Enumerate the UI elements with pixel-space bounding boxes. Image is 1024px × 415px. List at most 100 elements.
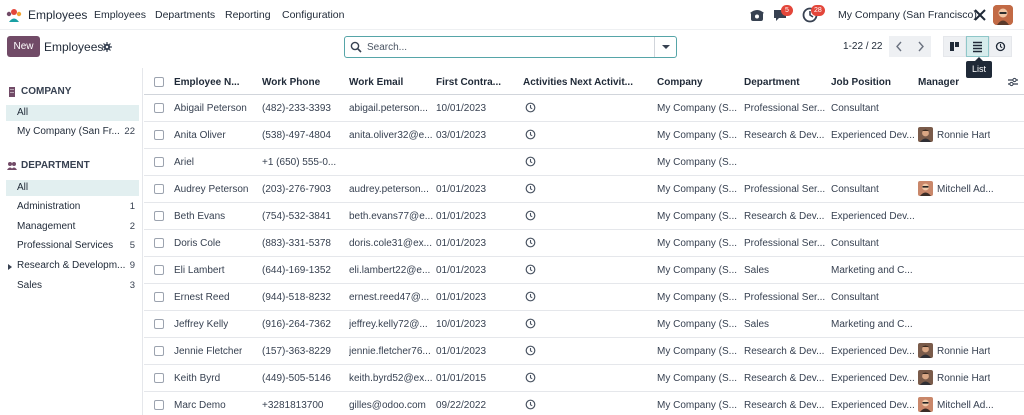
company-switcher[interactable]: My Company (San Francisco) (838, 9, 977, 21)
table-row[interactable]: Ernest Reed (944)-518-8232 ernest.reed47@.… (144, 284, 1024, 311)
row-checkbox[interactable] (154, 346, 164, 356)
activity-view-button[interactable] (989, 36, 1012, 57)
row-checkbox[interactable] (154, 373, 164, 383)
row-checkbox[interactable] (154, 103, 164, 113)
column-work-phone[interactable]: Work Phone (262, 77, 320, 88)
company-cell: My Company (S... (657, 346, 738, 357)
job-position-cell: Experienced Dev... (831, 373, 915, 384)
manager-avatar[interactable] (918, 397, 933, 412)
row-checkbox[interactable] (154, 130, 164, 140)
row-checkbox[interactable] (154, 211, 164, 221)
app-name[interactable]: Employees (28, 8, 87, 22)
table-row[interactable]: Audrey Peterson (203)-276-7903 audrey.pete… (144, 176, 1024, 203)
activity-clock-icon[interactable] (525, 345, 536, 356)
employee-name-cell: Jennie Fletcher (174, 346, 243, 357)
search-options-toggle[interactable] (654, 37, 676, 57)
list-view-button[interactable] (966, 36, 989, 57)
filter-count: 5 (129, 240, 135, 251)
table-row[interactable]: Anita Oliver (538)-497-4804 anita.oliver32… (144, 122, 1024, 149)
first-contract-cell: 01/01/2023 (436, 211, 487, 222)
caret-down-icon (662, 45, 670, 49)
employee-name-cell: Jeffrey Kelly (174, 319, 229, 330)
activity-clock-icon[interactable] (525, 264, 536, 275)
department-filter-management[interactable]: Management 2 (6, 219, 139, 235)
employee-name-cell: Audrey Peterson (174, 184, 249, 195)
company-filter-all[interactable]: All (6, 105, 139, 121)
row-checkbox[interactable] (154, 184, 164, 194)
search-input[interactable] (367, 40, 647, 55)
activity-clock-icon[interactable] (525, 318, 536, 329)
optional-columns-icon[interactable] (1007, 76, 1019, 88)
row-checkbox[interactable] (154, 292, 164, 302)
phone-icon[interactable] (749, 7, 765, 23)
row-checkbox[interactable] (154, 157, 164, 167)
activity-clock-icon[interactable] (525, 291, 536, 302)
activity-clock-icon[interactable] (525, 372, 536, 383)
table-row[interactable]: Eli Lambert (644)-169-1352 eli.lambert22@e… (144, 257, 1024, 284)
table-row[interactable]: Ariel +1 (650) 555-0... My Company (S... (144, 149, 1024, 176)
user-avatar[interactable] (993, 5, 1013, 25)
table-row[interactable]: Marc Demo +3281813700 gilles@odoo.com 09/22… (144, 392, 1024, 415)
manager-name: Ronnie Hart (937, 346, 991, 357)
department-filter-professional-services[interactable]: Professional Services 5 (6, 238, 139, 254)
department-filter-all[interactable]: All (6, 180, 139, 196)
kanban-view-button[interactable] (943, 36, 966, 57)
column-manager[interactable]: Manager (918, 77, 959, 88)
department-filter-research-development[interactable]: Research & Developm... 9 (6, 258, 139, 274)
manager-avatar[interactable] (918, 127, 933, 142)
row-checkbox[interactable] (154, 319, 164, 329)
activity-clock-icon[interactable] (525, 129, 536, 140)
menu-configuration[interactable]: Configuration (282, 9, 344, 21)
activity-clock-icon[interactable] (525, 237, 536, 248)
table-row[interactable]: Jennie Fletcher (157)-363-8229 jennie.flet… (144, 338, 1024, 365)
clock-icon (995, 41, 1006, 52)
activity-clock-icon[interactable] (525, 102, 536, 113)
table-row[interactable]: Abigail Peterson (482)-233-3393 abigail.pe… (144, 95, 1024, 122)
new-button[interactable]: New (7, 36, 40, 57)
menu-departments[interactable]: Departments (155, 9, 215, 21)
manager-avatar[interactable] (918, 181, 933, 196)
column-employee-name[interactable]: Employee N... (174, 77, 240, 88)
caret-right-icon[interactable] (8, 264, 12, 270)
table-row[interactable]: Keith Byrd (449)-505-5146 keith.byrd52@ex.… (144, 365, 1024, 392)
column-company[interactable]: Company (657, 77, 703, 88)
work-email-cell: ernest.reed47@... (349, 292, 430, 303)
column-department[interactable]: Department (744, 77, 800, 88)
employees-app-icon[interactable] (6, 8, 22, 22)
company-filter-my-company[interactable]: My Company (San Fr... 22 (6, 124, 139, 140)
building-icon (9, 86, 15, 97)
filter-label: Research & Developm... (17, 260, 126, 271)
gear-icon[interactable] (102, 42, 112, 52)
pager-next-button[interactable] (910, 36, 931, 57)
row-checkbox[interactable] (154, 400, 164, 410)
work-email-cell: audrey.peterson... (349, 184, 429, 195)
tools-icon[interactable] (973, 8, 987, 22)
column-job-position[interactable]: Job Position (831, 77, 891, 88)
department-filter-sales[interactable]: Sales 3 (6, 278, 139, 294)
column-work-email[interactable]: Work Email (349, 77, 403, 88)
menu-reporting[interactable]: Reporting (225, 9, 271, 21)
activity-clock-icon[interactable] (525, 183, 536, 194)
table-row[interactable]: Beth Evans (754)-532-3841 beth.evans77@e..… (144, 203, 1024, 230)
work-phone-cell: (203)-276-7903 (262, 184, 331, 195)
activity-clock-icon[interactable] (525, 156, 536, 167)
menu-employees[interactable]: Employees (94, 9, 146, 21)
search-bar[interactable] (344, 36, 677, 58)
pager-value[interactable]: 1-22 / 22 (843, 41, 882, 52)
column-first-contract[interactable]: First Contra... (436, 77, 501, 88)
table-row[interactable]: Jeffrey Kelly (916)-264-7362 jeffrey.kelly… (144, 311, 1024, 338)
pager-previous-button[interactable] (889, 36, 910, 57)
work-email-cell: keith.byrd52@ex... (349, 373, 433, 384)
manager-avatar[interactable] (918, 343, 933, 358)
column-next-activity[interactable]: Next Activit... (570, 77, 633, 88)
activity-clock-icon[interactable] (525, 399, 536, 410)
table-row[interactable]: Doris Cole (883)-331-5378 doris.cole31@ex.… (144, 230, 1024, 257)
department-filter-administration[interactable]: Administration 1 (6, 199, 139, 215)
manager-avatar[interactable] (918, 370, 933, 385)
row-checkbox[interactable] (154, 265, 164, 275)
select-all-checkbox[interactable] (154, 77, 164, 87)
work-phone-cell: (644)-169-1352 (262, 265, 331, 276)
activity-clock-icon[interactable] (525, 210, 536, 221)
row-checkbox[interactable] (154, 238, 164, 248)
column-activities[interactable]: Activities (523, 77, 567, 88)
